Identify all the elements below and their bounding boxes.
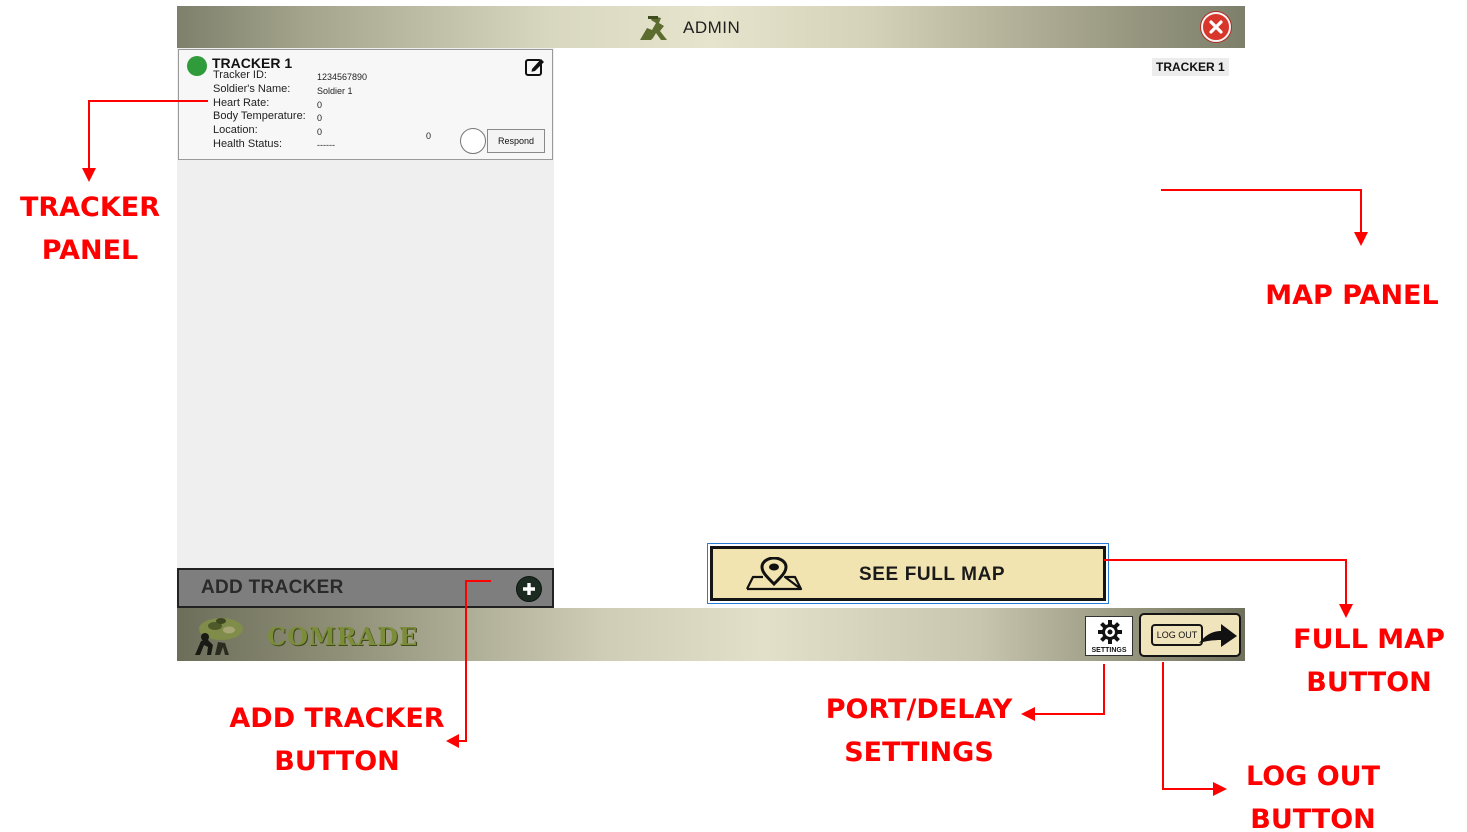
annotation-add-tracker-line1: ADD TRACKER — [229, 703, 445, 734]
annotation-full-map-line1: FULL MAP — [1293, 624, 1445, 655]
annotation-map-panel: MAP PANEL — [1265, 280, 1439, 311]
annotation-add-tracker-line2: BUTTON — [274, 746, 400, 777]
annotation-log-out-line2: BUTTON — [1250, 804, 1376, 832]
annotation-log-out-button: LOG OUT BUTTON — [1222, 755, 1404, 832]
annotation-full-map-line2: BUTTON — [1306, 667, 1432, 698]
annotation-port-delay-settings: PORT/DELAY SETTINGS — [806, 688, 1032, 774]
annotation-port-delay-line1: PORT/DELAY — [825, 694, 1013, 725]
annotation-add-tracker-button: ADD TRACKER BUTTON — [206, 697, 468, 783]
annotation-port-delay-line2: SETTINGS — [844, 737, 994, 768]
annotation-log-out-line1: LOG OUT — [1245, 761, 1381, 792]
annotation-tracker-panel-line1: TRACKER — [19, 192, 161, 223]
annotation-full-map-button: FULL MAP BUTTON — [1274, 618, 1464, 704]
annotation-tracker-panel: TRACKER PANEL — [0, 186, 180, 272]
annotation-tracker-panel-line2: PANEL — [41, 235, 139, 266]
